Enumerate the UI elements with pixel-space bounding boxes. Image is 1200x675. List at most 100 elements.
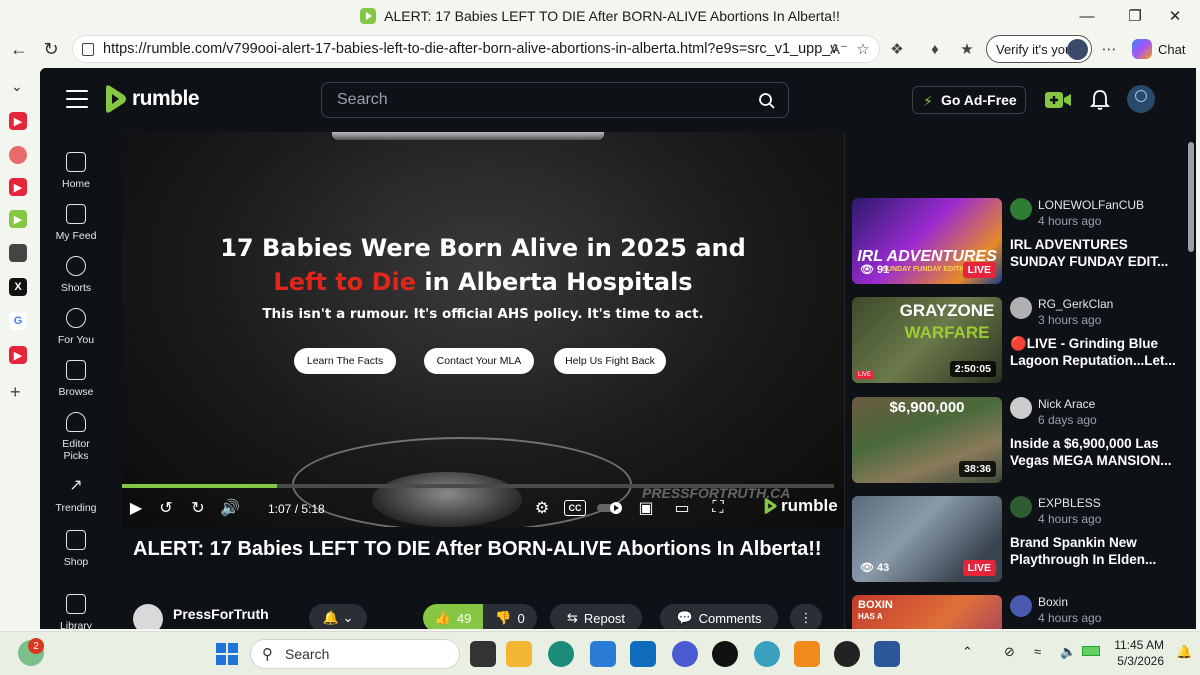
related-video-item[interactable]: 👁 43 LIVE EXPBLESS 4 hours ago Brand Spa…: [852, 496, 1182, 584]
related-video-item[interactable]: $6,900,000 38:36 Nick Arace 6 days ago I…: [852, 397, 1182, 485]
tray-overflow-icon[interactable]: ⌃: [962, 644, 973, 660]
word-icon[interactable]: [874, 641, 900, 667]
channel-avatar[interactable]: [1010, 297, 1032, 319]
favorite-star-icon[interactable]: ☆: [850, 36, 876, 62]
theater-mode-icon[interactable]: ▭: [672, 498, 692, 518]
menu-hamburger-icon[interactable]: [66, 90, 88, 108]
notifications-bell-icon[interactable]: [1086, 86, 1114, 114]
edge-browser-icon[interactable]: [548, 641, 574, 667]
channel-name[interactable]: Boxin: [1038, 595, 1068, 609]
video-title-line-2[interactable]: SUNDAY FUNDAY EDIT...: [1010, 253, 1176, 270]
system-clock[interactable]: 11:45 AM 5/3/2026: [1106, 637, 1164, 669]
channel-name[interactable]: RG_GerkClan: [1038, 297, 1113, 311]
closed-captions-icon[interactable]: CC: [564, 500, 586, 516]
nav-item-library[interactable]: Library: [40, 594, 112, 629]
store-icon[interactable]: [590, 641, 616, 667]
video-thumbnail[interactable]: $6,900,000 38:36: [852, 397, 1002, 483]
nav-item-shorts[interactable]: Shorts: [40, 256, 112, 294]
media-player-icon[interactable]: [834, 641, 860, 667]
nav-item-my-feed[interactable]: My Feed: [40, 204, 112, 242]
upload-video-icon[interactable]: [1044, 86, 1072, 114]
video-title-line-1[interactable]: Brand Spankin New: [1010, 534, 1176, 551]
channel-avatar[interactable]: [1010, 198, 1032, 220]
favorites-icon[interactable]: ★: [954, 36, 980, 62]
video-title-line-2[interactable]: Vegas MEGA MANSION...: [1010, 452, 1176, 469]
x-tab-icon[interactable]: X: [9, 278, 27, 296]
notifications-icon[interactable]: 🔔: [1176, 644, 1192, 660]
nav-item-trending[interactable]: ↗ Trending: [40, 476, 112, 514]
channel-avatar[interactable]: [1010, 397, 1032, 419]
copilot-chat-button[interactable]: Chat: [1132, 36, 1194, 62]
settings-gear-icon[interactable]: ⚙: [532, 498, 552, 518]
no-network-icon[interactable]: ⊘: [1004, 644, 1015, 660]
subscribe-bell-button[interactable]: 🔔 ⌄: [309, 604, 367, 629]
minimize-icon[interactable]: —: [1064, 0, 1110, 32]
youtube-tab-icon[interactable]: ▶: [9, 178, 27, 196]
nav-item-browse[interactable]: Browse: [40, 360, 112, 398]
autoplay-toggle[interactable]: [596, 498, 624, 518]
nav-item-shop[interactable]: Shop: [40, 530, 112, 568]
more-actions-button[interactable]: ⋮: [790, 604, 822, 629]
video-thumbnail[interactable]: IRL ADVENTURES SUNDAY FUNDAY EDITION 👁 9…: [852, 198, 1002, 284]
refresh-icon[interactable]: ↻: [36, 34, 66, 64]
app-icon[interactable]: [754, 641, 780, 667]
picture-in-picture-icon[interactable]: ▣: [636, 498, 656, 518]
file-explorer-icon[interactable]: [506, 641, 532, 667]
google-tab-icon[interactable]: G: [9, 312, 27, 330]
scrollbar-thumb[interactable]: [1188, 142, 1194, 252]
vpn-app-icon[interactable]: [672, 641, 698, 667]
extensions-icon[interactable]: ❖: [884, 36, 910, 62]
repost-button[interactable]: ⇆ Repost: [550, 604, 642, 629]
back-arrow-icon[interactable]: ←: [4, 34, 34, 64]
video-thumbnail[interactable]: GRAYZONE WARFARE LIVE 2:50:05: [852, 297, 1002, 383]
verify-profile-button[interactable]: Verify it's you: [986, 35, 1092, 63]
search-input[interactable]: Search: [321, 82, 789, 118]
outlook-icon[interactable]: [630, 641, 656, 667]
user-avatar[interactable]: [1127, 85, 1155, 113]
add-tab-icon[interactable]: +: [10, 382, 21, 403]
comments-button[interactable]: 💬 Comments: [660, 604, 778, 629]
related-video-item[interactable]: BOXIN HAS A Boxin 4 hours ago: [852, 595, 1182, 629]
rumble-tab-icon[interactable]: ▶: [9, 210, 27, 228]
play-icon[interactable]: ▶: [126, 498, 146, 518]
windows-start-icon[interactable]: [214, 641, 240, 667]
forward-icon[interactable]: ↻: [188, 498, 208, 518]
fullscreen-icon[interactable]: ⛶: [708, 498, 728, 518]
channel-avatar[interactable]: [1010, 595, 1032, 617]
video-progress-bar[interactable]: [122, 484, 834, 488]
search-icon[interactable]: [758, 92, 776, 110]
like-button[interactable]: 👍 49: [423, 604, 483, 629]
taskbar-search[interactable]: ⚲ Search: [250, 639, 460, 669]
related-video-item[interactable]: GRAYZONE WARFARE LIVE 2:50:05 RG_GerkCla…: [852, 297, 1182, 385]
nav-item-editor-picks[interactable]: Editor Picks: [40, 412, 112, 462]
tiktok-icon[interactable]: [712, 641, 738, 667]
video-player[interactable]: 17 Babies Were Born Alive in 2025 and Le…: [122, 132, 844, 527]
player-rumble-logo[interactable]: rumble: [762, 496, 838, 516]
video-title-line-2[interactable]: Playthrough In Elden...: [1010, 551, 1176, 568]
youtube-tab-icon[interactable]: ▶: [9, 346, 27, 364]
volume-icon[interactable]: 🔊: [220, 498, 240, 518]
channel-name[interactable]: PressForTruth: [173, 606, 269, 622]
tab-actions-chevron-icon[interactable]: ⌄: [11, 78, 23, 95]
channel-name[interactable]: LONEWOLFanCUB: [1038, 198, 1144, 212]
calendar-tab-icon[interactable]: [9, 244, 27, 262]
video-title-line-1[interactable]: Inside a $6,900,000 Las: [1010, 435, 1176, 452]
site-info-icon[interactable]: [82, 43, 94, 56]
rewind-icon[interactable]: ↺: [156, 498, 176, 518]
youtube-tab-icon[interactable]: ▶: [9, 112, 27, 130]
vlc-icon[interactable]: [794, 641, 820, 667]
browser-essentials-icon[interactable]: ♦: [922, 36, 948, 62]
battery-icon[interactable]: [1082, 644, 1100, 659]
channel-avatar[interactable]: [1010, 496, 1032, 518]
channel-name[interactable]: Nick Arace: [1038, 397, 1095, 411]
related-video-item[interactable]: IRL ADVENTURES SUNDAY FUNDAY EDITION 👁 9…: [852, 198, 1182, 286]
page-scrollbar[interactable]: [1186, 132, 1196, 629]
dislike-button[interactable]: 👎 0: [483, 604, 537, 629]
more-options-icon[interactable]: ⋯: [1096, 36, 1122, 62]
site-tab-icon[interactable]: [9, 146, 27, 164]
video-title-line-1[interactable]: 🔴LIVE - Grinding Blue: [1010, 335, 1176, 352]
volume-icon[interactable]: 🔈: [1060, 644, 1076, 660]
wifi-icon[interactable]: ≈: [1034, 644, 1041, 659]
nav-item-home[interactable]: Home: [40, 152, 112, 190]
video-thumbnail[interactable]: 👁 43 LIVE: [852, 496, 1002, 582]
